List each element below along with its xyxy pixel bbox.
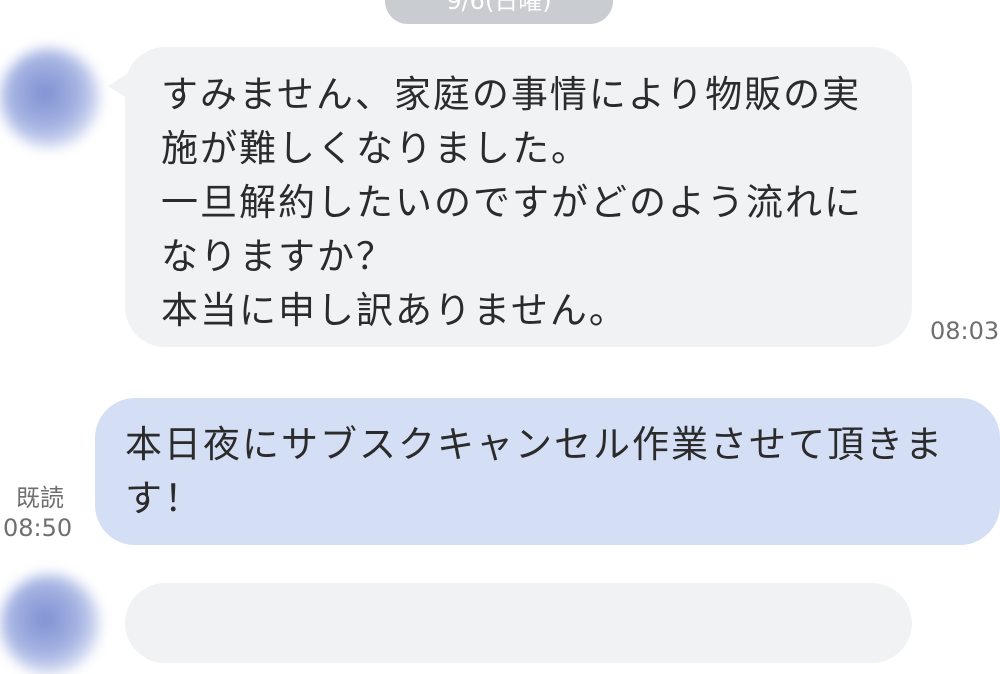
incoming-message-bubble[interactable]: [125, 583, 912, 663]
contact-avatar[interactable]: [0, 48, 100, 148]
message-line: なりますか？: [161, 235, 395, 278]
incoming-message-bubble[interactable]: すみません、家庭の事情により物販の実 施が難しくなりました。 一旦解約したいので…: [125, 47, 912, 347]
read-receipt-label: 既読: [16, 484, 64, 512]
message-line: すみません、家庭の事情により物販の実: [161, 73, 862, 116]
outgoing-message-bubble[interactable]: 本日夜にサブスクキャンセル作業させて頂きま す！: [95, 398, 1000, 545]
outgoing-message-time: 08:50: [3, 514, 73, 542]
message-line: 一旦解約したいのですがどのよう流れに: [161, 181, 863, 224]
date-separator: 9/6(日曜): [385, 0, 613, 24]
message-line: す！: [125, 477, 203, 520]
contact-avatar[interactable]: [0, 574, 100, 674]
message-line: 施が難しくなりました。: [161, 127, 590, 170]
message-line: 本当に申し訳ありません。: [161, 289, 628, 332]
incoming-message-time: 08:03: [930, 317, 1000, 345]
message-line: 本日夜にサブスクキャンセル作業させて頂きま: [125, 423, 944, 466]
